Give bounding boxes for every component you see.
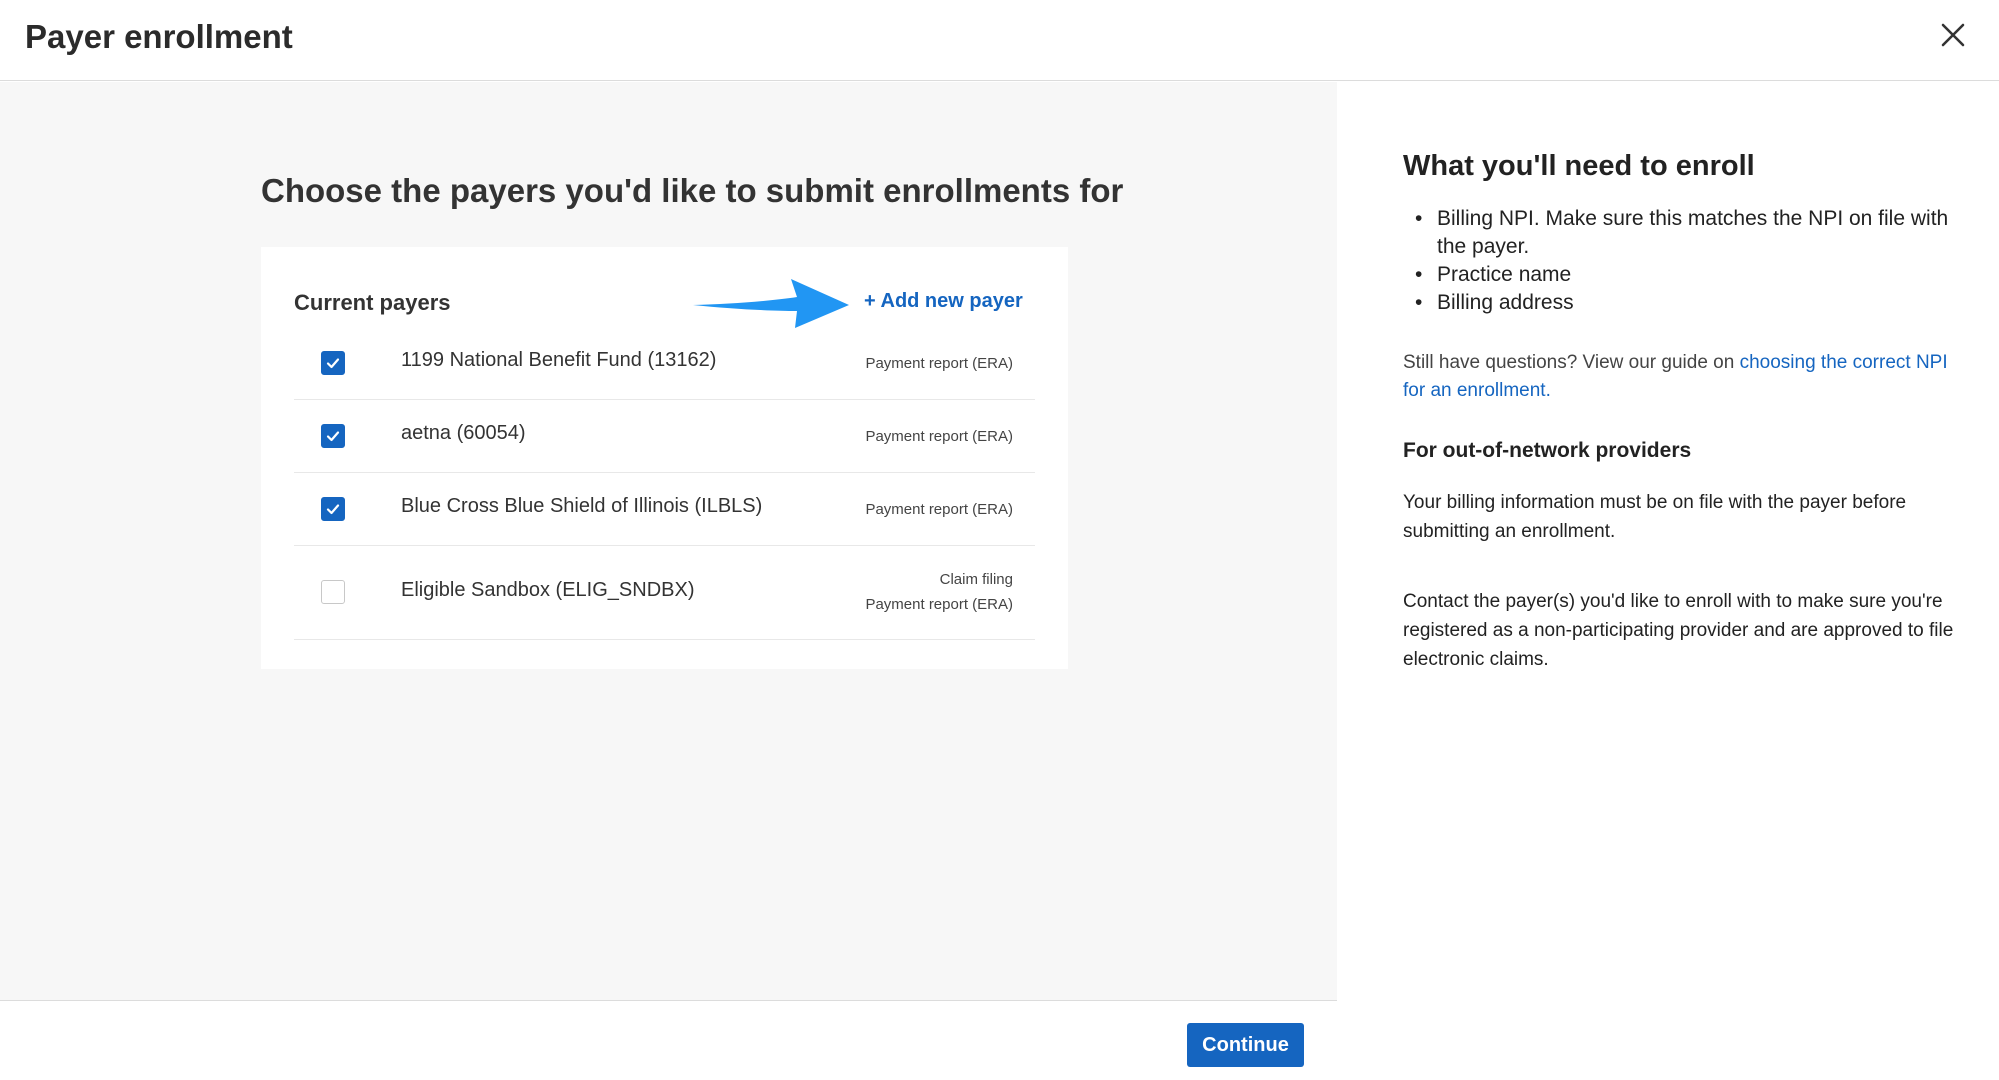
requirement-item: Billing NPI. Make sure this matches the … — [1403, 205, 1953, 261]
service-label: Payment report (ERA) — [865, 501, 1013, 518]
requirement-item: Practice name — [1403, 261, 1953, 289]
payer-name: aetna (60054) — [401, 422, 526, 444]
payer-services: Payment report (ERA) — [865, 351, 1013, 376]
service-label: Payment report (ERA) — [865, 596, 1013, 613]
checkmark-icon — [326, 504, 340, 515]
close-button[interactable] — [1938, 20, 1968, 50]
close-icon — [1941, 23, 1965, 47]
checkmark-icon — [326, 431, 340, 442]
service-label: Payment report (ERA) — [865, 428, 1013, 445]
continue-button[interactable]: Continue — [1187, 1023, 1304, 1067]
info-sidebar: What you'll need to enroll Billing NPI. … — [1337, 82, 1999, 1080]
payer-services: Payment report (ERA) — [865, 497, 1013, 522]
requirement-item: Billing address — [1403, 289, 1953, 317]
checkmark-icon — [326, 358, 340, 369]
help-question: Still have questions? View our guide on — [1403, 352, 1740, 373]
service-label: Payment report (ERA) — [865, 355, 1013, 372]
payer-row[interactable]: 1199 National Benefit Fund (13162) Payme… — [294, 327, 1035, 400]
help-text: Still have questions? View our guide on … — [1403, 349, 1963, 405]
payer-name: 1199 National Benefit Fund (13162) — [401, 349, 717, 371]
page-title: Payer enrollment — [25, 18, 293, 55]
out-of-network-heading: For out-of-network providers — [1403, 439, 1692, 462]
payer-services: Payment report (ERA) — [865, 424, 1013, 449]
payer-row[interactable]: Blue Cross Blue Shield of Illinois (ILBL… — [294, 473, 1035, 546]
current-payers-card: Current payers + Add new payer 1199 Nati… — [261, 247, 1068, 669]
modal-footer: Continue — [0, 1000, 1337, 1080]
modal-header: Payer enrollment — [0, 0, 1999, 81]
payer-list: 1199 National Benefit Fund (13162) Payme… — [294, 327, 1035, 640]
payer-name: Blue Cross Blue Shield of Illinois (ILBL… — [401, 495, 763, 517]
out-of-network-paragraph: Contact the payer(s) you'd like to enrol… — [1403, 591, 1954, 670]
main-heading: Choose the payers you'd like to submit e… — [261, 172, 1124, 209]
card-title: Current payers — [294, 290, 451, 315]
add-new-payer-link[interactable]: + Add new payer — [864, 290, 1023, 313]
payer-name: Eligible Sandbox (ELIG_SNDBX) — [401, 579, 695, 601]
out-of-network-paragraph: Your billing information must be on file… — [1403, 492, 1907, 542]
sidebar-heading: What you'll need to enroll — [1403, 150, 1755, 182]
payer-checkbox[interactable] — [321, 351, 345, 375]
payer-selection-pane: Choose the payers you'd like to submit e… — [0, 82, 1337, 1000]
arrow-right-icon — [693, 279, 849, 328]
requirements-list: Billing NPI. Make sure this matches the … — [1403, 205, 1953, 317]
payer-checkbox[interactable] — [321, 424, 345, 448]
service-label: Claim filing — [939, 571, 1013, 588]
payer-services: Claim filing Payment report (ERA) — [865, 567, 1013, 617]
payer-checkbox[interactable] — [321, 497, 345, 521]
payer-checkbox[interactable] — [321, 580, 345, 604]
payer-row[interactable]: aetna (60054) Payment report (ERA) — [294, 400, 1035, 473]
payer-row[interactable]: Eligible Sandbox (ELIG_SNDBX) Claim fili… — [294, 546, 1035, 640]
